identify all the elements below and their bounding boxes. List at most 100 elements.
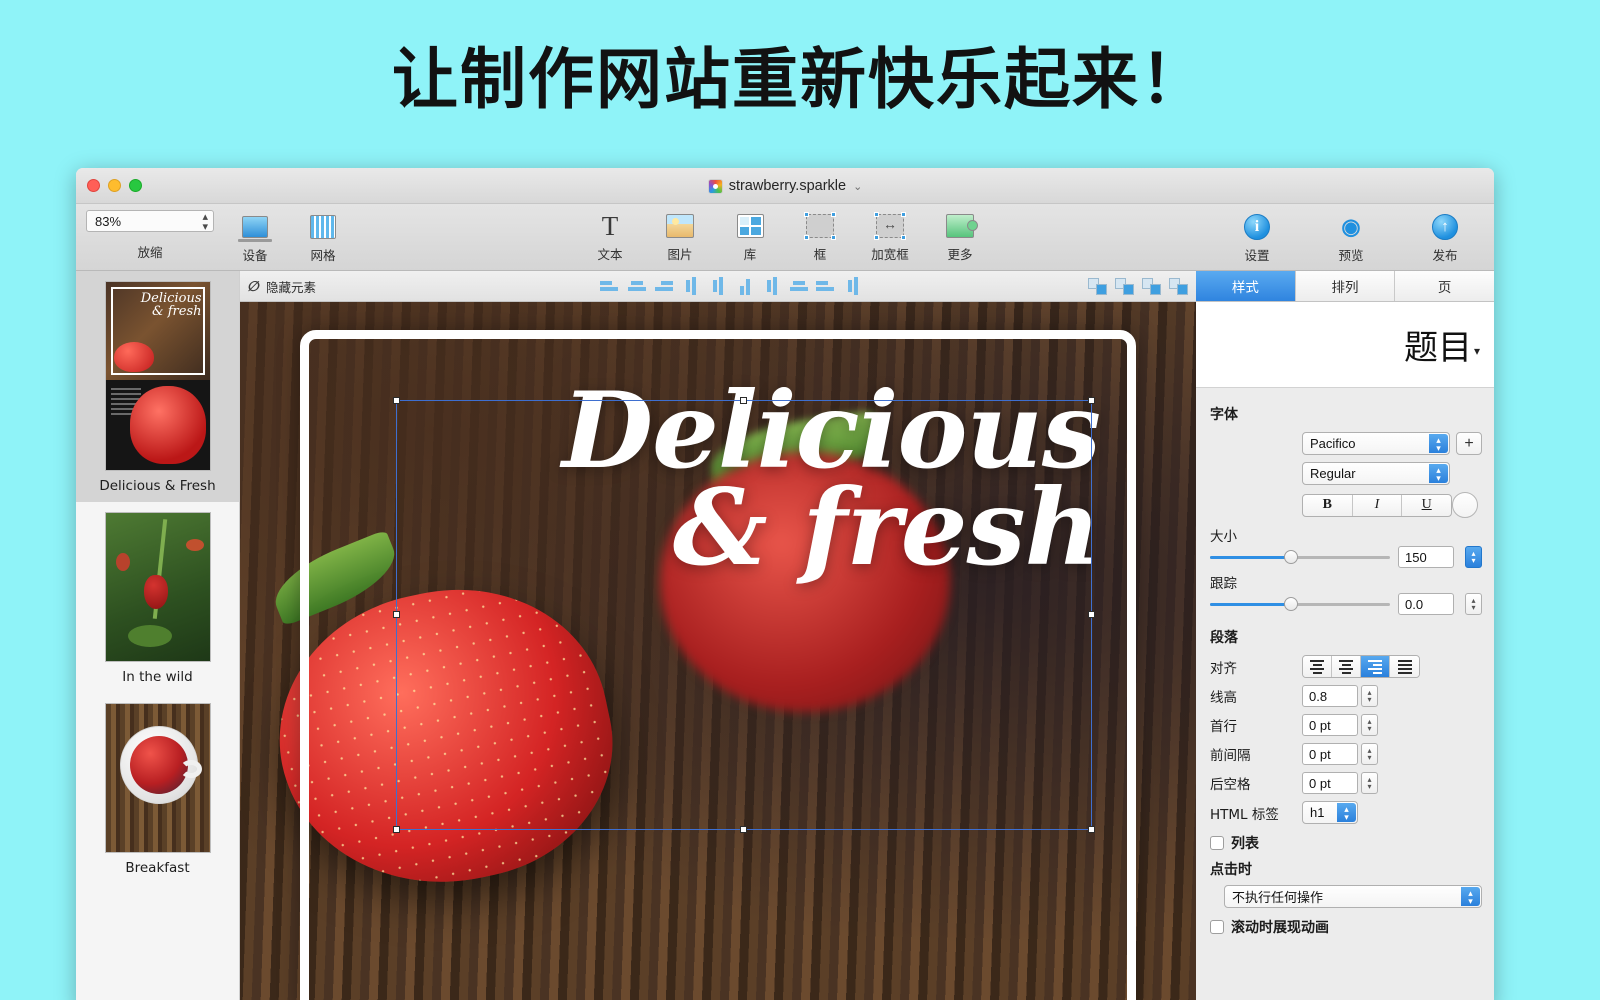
line-height-input[interactable]: 0.8 <box>1302 685 1358 707</box>
space-after-stepper[interactable]: ▴ ▾ <box>1361 772 1378 794</box>
more-label: 更多 <box>947 247 973 262</box>
list-checkbox[interactable] <box>1210 836 1224 850</box>
chevron-down-icon[interactable]: ⌄ <box>853 180 862 193</box>
first-line-stepper[interactable]: ▴ ▾ <box>1361 714 1378 736</box>
design-canvas[interactable]: Delicious & fresh <box>240 302 1196 1000</box>
toolbar-more-button[interactable]: 更多 <box>933 209 987 263</box>
library-icon <box>723 209 777 243</box>
toolbar-box-button[interactable]: 框 <box>793 209 847 263</box>
align-top-icon[interactable] <box>681 277 700 295</box>
tracking-label-row: 跟踪 <box>1210 572 1482 592</box>
font-size-input[interactable]: 150 <box>1398 546 1454 568</box>
tab-style[interactable]: 样式 <box>1196 271 1296 301</box>
on-click-select[interactable]: 不执行任何操作 ▴ ▾ <box>1224 885 1482 908</box>
font-size-stepper[interactable]: ▴ ▾ <box>1465 546 1482 568</box>
toolbar-library-button[interactable]: 库 <box>723 209 777 263</box>
toolbar-image-button[interactable]: 图片 <box>653 209 707 263</box>
toolbar-wide-box-button[interactable]: 加宽框 <box>863 209 917 263</box>
chevron-updown-icon[interactable]: ▴ ▾ <box>1461 887 1480 906</box>
align-left-icon[interactable] <box>600 278 619 295</box>
eye-icon-glyph: ◉ <box>1341 214 1361 239</box>
align-justify-button[interactable] <box>1390 656 1419 677</box>
hide-elements-button[interactable]: ∅ 隐藏元素 <box>246 277 316 296</box>
sidebar-page-breakfast[interactable]: Breakfast <box>76 693 239 884</box>
italic-button[interactable]: I <box>1353 494 1403 516</box>
toolbar-text-button[interactable]: T 文本 <box>583 209 637 263</box>
html-tag-value: h1 <box>1310 805 1325 820</box>
font-emphasis-row: B I U <box>1210 492 1482 518</box>
align-center-icon[interactable] <box>627 278 646 295</box>
sidebar-page-in-the-wild[interactable]: In the wild <box>76 502 239 693</box>
distribute-vertical-icon[interactable] <box>789 278 808 295</box>
zoom-value: 83% <box>95 213 122 229</box>
tracking-stepper[interactable]: ▴ ▾ <box>1465 593 1482 615</box>
grid-icon <box>296 210 350 244</box>
tab-page[interactable]: 页 <box>1395 271 1494 301</box>
bring-forward-icon[interactable] <box>1115 277 1134 295</box>
align-bottom-icon[interactable] <box>735 278 754 295</box>
device-icon <box>228 210 282 244</box>
send-backward-icon[interactable] <box>1088 277 1107 295</box>
toolbar-grid-button[interactable]: 网格 <box>296 210 350 264</box>
scroll-animation-row[interactable]: 滚动时展现动画 <box>1210 917 1482 937</box>
zoom-stepper-icon[interactable]: ▴ ▾ <box>202 212 208 233</box>
bring-to-front-icon[interactable] <box>1169 277 1188 295</box>
tracking-input[interactable]: 0.0 <box>1398 593 1454 615</box>
canvas-heading-text[interactable]: Delicious & fresh <box>410 378 1101 579</box>
sidebar-page-delicious-fresh[interactable]: Delicious & fresh Delicious & Fresh <box>76 271 239 502</box>
tracking-slider[interactable] <box>1210 597 1390 611</box>
first-line-input[interactable]: 0 pt <box>1302 714 1358 736</box>
pages-sidebar[interactable]: Delicious & fresh Delicious & Fresh In th… <box>76 271 240 1000</box>
zoom-control[interactable]: 83% ▴ ▾ 放缩 <box>86 210 214 261</box>
font-family-select[interactable]: Pacifico ▴ ▾ <box>1302 432 1450 455</box>
chevron-updown-icon[interactable]: ▴ ▾ <box>1429 434 1448 453</box>
scroll-animation-checkbox[interactable] <box>1210 920 1224 934</box>
inspector-tabs: 样式 排列 页 <box>1196 271 1494 302</box>
page-thumbnail <box>104 703 211 853</box>
zoom-input[interactable]: 83% ▴ ▾ <box>86 210 214 233</box>
tab-arrange[interactable]: 排列 <box>1295 271 1396 301</box>
inspector-object-title[interactable]: 题目 ▾ <box>1196 302 1494 388</box>
toolbar-preview-button[interactable]: ◉ 预览 <box>1324 210 1378 264</box>
html-tag-select[interactable]: h1 ▴ ▾ <box>1302 801 1358 824</box>
on-click-label: 点击时 <box>1210 862 1252 878</box>
space-before-input[interactable]: 0 pt <box>1302 743 1358 765</box>
underline-button[interactable]: U <box>1402 495 1451 516</box>
toolbar-settings-button[interactable]: i 设置 <box>1230 210 1284 264</box>
selection-handle-top-left[interactable] <box>393 397 400 404</box>
toolbar-publish-button[interactable]: ↑ 发布 <box>1418 210 1472 264</box>
selection-handle-bottom-right[interactable] <box>1088 826 1095 833</box>
align-right-button[interactable] <box>1361 656 1390 677</box>
chevron-down-icon[interactable]: ▾ <box>1474 344 1480 358</box>
toolbar-right-group: i 设置 ◉ 预览 ↑ 发布 <box>1230 210 1472 264</box>
list-checkbox-row[interactable]: 列表 <box>1210 833 1482 853</box>
wide-box-label: 加宽框 <box>871 247 909 262</box>
font-size-slider[interactable] <box>1210 550 1390 564</box>
space-before-stepper[interactable]: ▴ ▾ <box>1361 743 1378 765</box>
send-to-back-icon[interactable] <box>1142 277 1161 295</box>
line-height-stepper[interactable]: ▴ ▾ <box>1361 685 1378 707</box>
font-section-header: 字体 <box>1210 407 1238 423</box>
settings-label: 设置 <box>1244 248 1270 263</box>
chevron-updown-icon[interactable]: ▴ ▾ <box>1429 464 1448 483</box>
equal-spacing-icon[interactable] <box>816 278 835 295</box>
align-middle-icon[interactable] <box>708 277 727 295</box>
on-click-value: 不执行任何操作 <box>1232 890 1324 905</box>
selection-handle-bottom-center[interactable] <box>740 826 747 833</box>
document-title[interactable]: strawberry.sparkle ⌄ <box>76 168 1494 204</box>
match-size-icon[interactable] <box>843 277 862 295</box>
align-center-button[interactable] <box>1332 656 1361 677</box>
space-before-label: 前间隔 <box>1210 748 1251 764</box>
space-after-input[interactable]: 0 pt <box>1302 772 1358 794</box>
chevron-updown-icon[interactable]: ▴ ▾ <box>1337 803 1356 822</box>
bold-button[interactable]: B <box>1303 494 1353 516</box>
font-style-select[interactable]: Regular ▴ ▾ <box>1302 462 1450 485</box>
selection-handle-middle-right[interactable] <box>1088 611 1095 618</box>
align-left-button[interactable] <box>1303 656 1332 677</box>
toolbar-device-button[interactable]: 设备 <box>228 210 282 264</box>
publish-label: 发布 <box>1432 248 1458 263</box>
distribute-horizontal-icon[interactable] <box>762 277 781 295</box>
align-right-icon[interactable] <box>654 278 673 295</box>
text-color-swatch[interactable] <box>1452 492 1478 518</box>
add-font-button[interactable]: + <box>1456 432 1482 455</box>
